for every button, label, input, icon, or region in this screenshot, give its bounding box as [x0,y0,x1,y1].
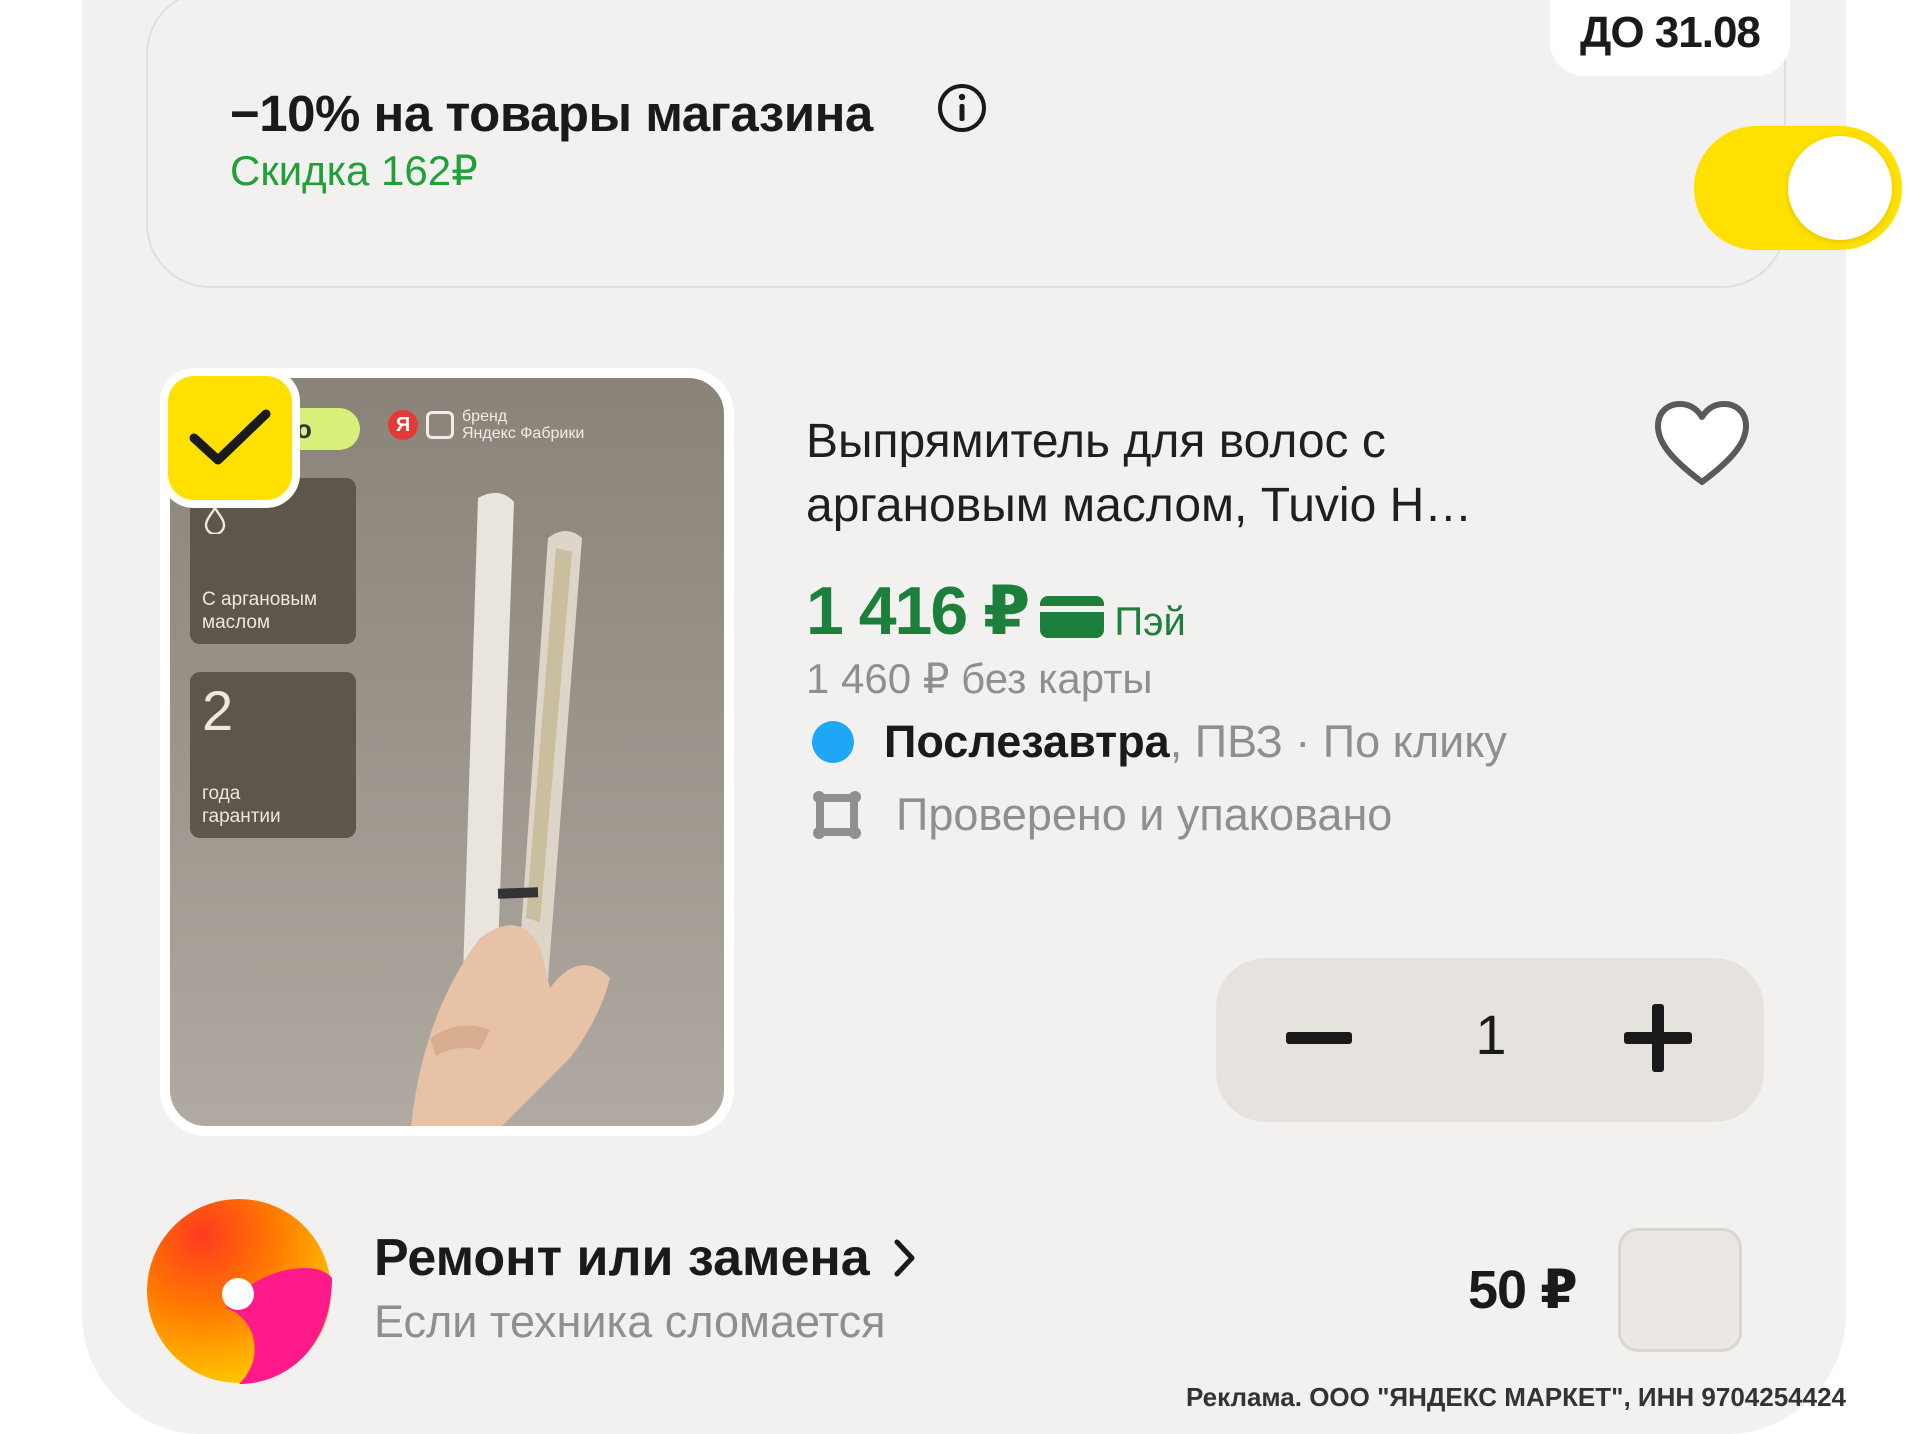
promo-deadline-badge: ДО 31.08 [1550,0,1790,76]
delivery-method: , ПВЗ · По клику [1169,716,1507,767]
quantity-value: 1 [1475,1003,1507,1066]
card-icon [1040,596,1105,638]
package-check-icon [813,791,861,839]
promo-discount-amount: Скидка 162₽ [230,147,478,194]
image-feature-tile: 2 года гарантии [190,672,356,838]
service-title: Ремонт или замена [374,1229,870,1287]
product-select-checkbox[interactable] [160,368,300,508]
service-title-link[interactable]: Ремонт или замена [374,1228,918,1288]
delivery-status-icon [812,721,854,763]
yandex-logo-icon: Я [388,410,418,440]
quality-check-label: Проверено и упаковано [896,789,1393,840]
delivery-info: Послезавтра , ПВЗ · По клику [812,716,1507,768]
price-row: 1 416 ₽ Пэй [806,576,1186,646]
product-title[interactable]: Выпрямитель для волос с аргановым маслом… [806,410,1626,538]
price-without-card: 1 460 ₽ без карты [806,655,1153,702]
service-subtitle: Если техника сломается [374,1296,886,1347]
brand-frame-icon [426,411,454,439]
image-brand-logo: Я бренд Яндекс Фабрики [388,408,584,442]
repair-service-logo [147,1199,332,1384]
quality-check-info: Проверено и упаковано [810,788,1392,842]
info-icon[interactable] [936,82,988,134]
decrease-quantity-button[interactable] [1286,1026,1352,1054]
chevron-right-icon [894,1239,915,1277]
promo-toggle[interactable] [1694,126,1902,250]
promo-title: −10% на товары магазина [230,85,873,142]
price-with-card: 1 416 ₽ [806,573,1030,649]
increase-quantity-button[interactable] [1624,1004,1692,1072]
checkmark-icon [189,409,271,465]
oil-drop-icon [204,506,226,534]
ad-disclaimer: Реклама. ООО "ЯНДЕКС МАРКЕТ", ИНН 970425… [1185,1382,1846,1412]
store-discount-card: −10% на товары магазина Скидка 162₽ [146,0,1902,288]
service-price: 50 ₽ [1468,1260,1578,1320]
heart-icon[interactable] [1650,396,1754,496]
quantity-stepper: 1 [1216,958,1764,1122]
hair-straightener-illustration [411,492,610,1126]
pay-label: Пэй [1114,600,1186,644]
service-checkbox[interactable] [1618,1228,1742,1352]
delivery-day: Послезавтра [884,716,1170,767]
toggle-knob [1788,136,1892,240]
